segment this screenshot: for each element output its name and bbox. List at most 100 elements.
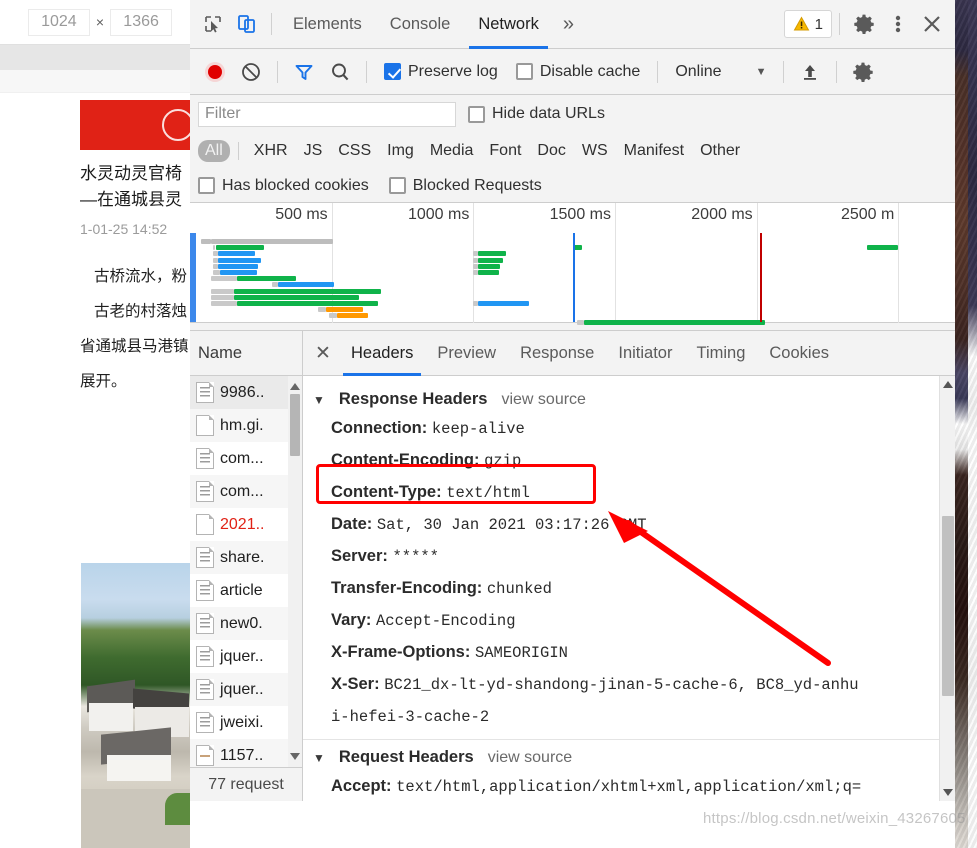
headers-body[interactable]: ▼ Response Headers view source Connectio… [303, 376, 955, 801]
request-list-scrollbar[interactable] [288, 376, 302, 767]
document-icon [196, 547, 214, 568]
type-filter-manifest[interactable]: Manifest [617, 140, 691, 162]
throttling-value: Online [675, 62, 722, 80]
timeline-selection-handle[interactable] [190, 233, 196, 322]
hide-data-urls-checkbox[interactable] [468, 105, 485, 123]
request-row[interactable]: jweixi. [190, 706, 302, 739]
tab-network[interactable]: Network [464, 0, 553, 49]
scrollbar-thumb[interactable] [290, 394, 300, 456]
request-name: 2021.. [220, 515, 265, 533]
scroll-up-icon[interactable] [290, 380, 300, 390]
import-har-icon[interactable] [793, 55, 827, 89]
page-content: 水灵动灵官椅 —在通城县灵 1-01-25 14:52 古桥流水，粉 古老的村落… [0, 93, 190, 848]
request-row[interactable]: jquer.. [190, 673, 302, 706]
type-filter-img[interactable]: Img [380, 140, 421, 162]
header-line: Connection: keep-alive [303, 413, 955, 445]
scroll-down-icon[interactable] [943, 789, 953, 796]
device-toolbar[interactable]: 1024 × 1366 [0, 0, 190, 45]
request-row[interactable]: article [190, 574, 302, 607]
inspect-element-icon[interactable] [196, 7, 230, 41]
response-view-source-link[interactable]: view source [501, 391, 585, 409]
type-filter-xhr[interactable]: XHR [247, 140, 295, 162]
triangle-down-icon[interactable]: ▼ [313, 393, 325, 407]
tab-cookies[interactable]: Cookies [757, 331, 841, 376]
request-list-scroll-area[interactable]: 9986.. hm.gi. com... com... 2021.. share. arti… [190, 376, 302, 767]
timeline-request-bar [211, 239, 334, 244]
details-close-icon[interactable]: ✕ [307, 331, 339, 376]
header-line: Content-Type: text/html [303, 477, 955, 509]
filter-icon[interactable] [287, 55, 321, 89]
request-row[interactable]: jquer.. [190, 640, 302, 673]
request-list-header[interactable]: Name [190, 331, 302, 376]
type-filter-css[interactable]: CSS [331, 140, 378, 162]
device-toolbar-icon[interactable] [230, 7, 264, 41]
request-row[interactable]: 1157.. [190, 739, 302, 767]
preserve-log-checkbox[interactable] [384, 63, 401, 80]
device-width-input[interactable]: 1024 [27, 8, 90, 36]
more-tabs-button[interactable]: » [553, 0, 584, 49]
hide-data-urls-toggle[interactable]: Hide data URLs [468, 105, 613, 123]
tab-elements[interactable]: Elements [279, 0, 376, 49]
document-icon [196, 580, 214, 601]
disable-cache-toggle[interactable]: Disable cache [508, 63, 649, 81]
network-settings-gear-icon[interactable] [846, 55, 880, 89]
response-headers-section[interactable]: ▼ Response Headers view source [303, 386, 955, 413]
article-paragraph: 省通城县马港镇 [80, 338, 189, 355]
request-row[interactable]: new0. [190, 607, 302, 640]
close-icon[interactable] [915, 7, 949, 41]
request-view-source-link[interactable]: view source [488, 749, 572, 767]
tab-headers[interactable]: Headers [339, 331, 425, 376]
tab-preview[interactable]: Preview [425, 331, 508, 376]
triangle-down-icon[interactable]: ▼ [313, 751, 325, 765]
device-height-input[interactable]: 1366 [110, 8, 173, 36]
clear-icon[interactable] [234, 55, 268, 89]
record-icon[interactable] [198, 55, 232, 89]
type-filter-doc[interactable]: Doc [530, 140, 572, 162]
request-row[interactable]: 2021.. [190, 508, 302, 541]
blocked-requests-toggle[interactable]: Blocked Requests [381, 177, 550, 195]
scroll-up-icon[interactable] [943, 381, 953, 388]
blocked-requests-checkbox[interactable] [388, 177, 406, 194]
has-blocked-cookies-checkbox[interactable] [198, 177, 215, 194]
search-icon[interactable] [323, 55, 357, 89]
scrollbar-thumb[interactable] [942, 516, 954, 696]
scroll-down-icon[interactable] [290, 753, 300, 763]
warning-count-badge[interactable]: 1 [783, 10, 832, 38]
throttling-select[interactable]: Online ▼ [667, 63, 774, 81]
network-timeline-overview[interactable]: 500 ms 1000 ms 1500 ms 2000 ms 2500 m [190, 203, 955, 325]
request-row[interactable]: hm.gi. [190, 409, 302, 442]
blank-doc-icon [196, 514, 214, 535]
request-headers-section[interactable]: ▼ Request Headers view source [303, 744, 955, 771]
tab-timing[interactable]: Timing [684, 331, 757, 376]
header-name: X-Ser: [331, 675, 380, 693]
type-filter-media[interactable]: Media [423, 140, 481, 162]
preserve-log-toggle[interactable]: Preserve log [376, 63, 506, 81]
request-row[interactable]: share. [190, 541, 302, 574]
header-value: gzip [484, 452, 522, 470]
page-banner [80, 100, 190, 150]
header-line: Accept: text/html,application/xhtml+xml,… [303, 771, 955, 801]
request-name: com... [220, 449, 264, 467]
request-count-status: 77 request [190, 767, 302, 801]
kebab-menu-icon[interactable] [881, 7, 915, 41]
type-filter-all[interactable]: All [198, 140, 230, 162]
article-title: 水灵动灵官椅 —在通城县灵 [80, 161, 190, 213]
tab-console[interactable]: Console [376, 0, 465, 49]
request-row[interactable]: com... [190, 475, 302, 508]
request-name: jquer.. [220, 647, 264, 665]
request-row[interactable]: 9986.. [190, 376, 302, 409]
has-blocked-cookies-toggle[interactable]: Has blocked cookies [198, 177, 377, 195]
type-filter-other[interactable]: Other [693, 140, 747, 162]
type-filter-font[interactable]: Font [482, 140, 528, 162]
disable-cache-checkbox[interactable] [515, 63, 533, 80]
filter-input[interactable] [198, 101, 456, 127]
tab-response[interactable]: Response [508, 331, 606, 376]
type-filter-js[interactable]: JS [297, 140, 330, 162]
type-filter-ws[interactable]: WS [575, 140, 615, 162]
request-row[interactable]: com... [190, 442, 302, 475]
gear-icon[interactable] [847, 7, 881, 41]
tab-initiator[interactable]: Initiator [606, 331, 684, 376]
details-scrollbar[interactable] [939, 376, 955, 801]
has-blocked-cookies-label: Has blocked cookies [222, 176, 369, 194]
hide-data-urls-label: Hide data URLs [492, 105, 605, 122]
